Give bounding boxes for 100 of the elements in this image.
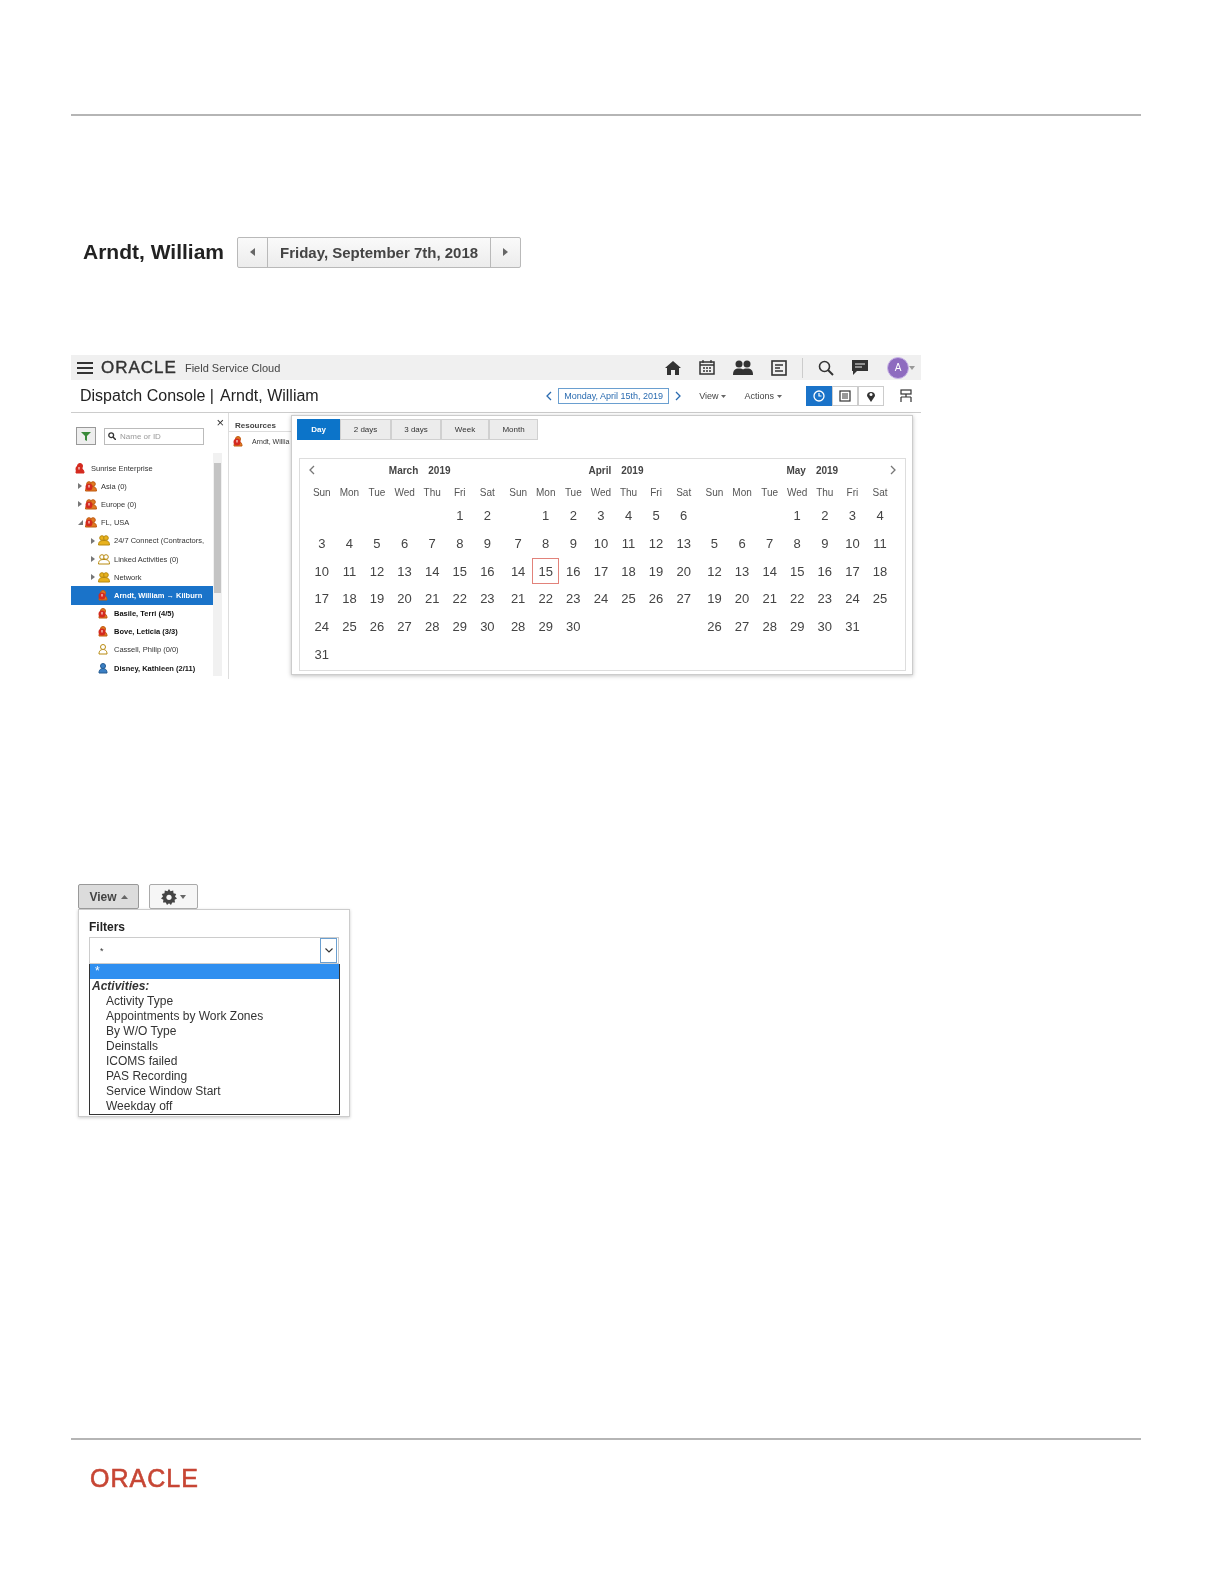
caret-icon[interactable] — [909, 365, 915, 370]
calendar-day[interactable]: 19 — [369, 591, 385, 607]
filter-option[interactable]: Activity Type — [90, 994, 339, 1009]
calendar-day[interactable]: 28 — [762, 619, 777, 635]
calendar-day[interactable]: 22 — [452, 591, 467, 607]
calendar-day[interactable]: 6 — [738, 536, 746, 552]
filter-option[interactable]: Appointments by Work Zones — [90, 1009, 339, 1024]
range-tab[interactable]: Month — [489, 419, 538, 440]
filter-button[interactable] — [76, 427, 96, 445]
calendar-day[interactable]: 30 — [480, 619, 495, 635]
calendar-day[interactable]: 20 — [676, 563, 691, 579]
calendar-day[interactable]: 16 — [480, 563, 495, 579]
calendar-day[interactable]: 9 — [569, 536, 577, 552]
calendar-day[interactable]: 2 — [483, 508, 491, 524]
calendar-day[interactable]: 27 — [397, 619, 412, 635]
calendar-day[interactable]: 17 — [314, 591, 330, 607]
calendar-day[interactable]: 13 — [397, 563, 412, 579]
calendar-day[interactable]: 26 — [707, 619, 722, 635]
calendar-day[interactable]: 16 — [817, 563, 833, 579]
calendar-day[interactable]: 28 — [510, 619, 526, 635]
calendar-day[interactable]: 18 — [872, 563, 888, 579]
view-menu[interactable]: View — [699, 391, 727, 401]
collapsed-triangle-icon[interactable] — [77, 501, 83, 508]
calendar-day[interactable]: 18 — [342, 591, 357, 607]
calendar-day[interactable]: 17 — [593, 563, 609, 579]
home-icon[interactable] — [665, 360, 681, 375]
scrollbar[interactable] — [213, 453, 222, 676]
calendar-day[interactable]: 8 — [456, 536, 464, 552]
calendar-day[interactable]: 26 — [648, 591, 664, 607]
filter-select[interactable]: * — [89, 937, 339, 964]
collapsed-triangle-icon[interactable] — [77, 483, 83, 490]
calendar-day[interactable]: 12 — [648, 536, 664, 552]
calendar-day[interactable]: 7 — [766, 536, 774, 552]
calendar-day[interactable]: 24 — [593, 591, 609, 607]
calendar-day[interactable]: 22 — [790, 591, 805, 607]
calendar-day[interactable]: 10 — [593, 536, 609, 552]
calendar-day[interactable]: 14 — [424, 563, 440, 579]
calendar-day[interactable]: 15 — [790, 563, 805, 579]
calendar-day[interactable]: 7 — [428, 536, 436, 552]
filter-option[interactable]: ICOMS failed — [90, 1054, 339, 1069]
filter-option[interactable]: Deinstalls — [90, 1039, 339, 1054]
calendar-day[interactable]: 11 — [342, 563, 357, 579]
calendar-day[interactable]: 2 — [821, 508, 829, 524]
search-field[interactable]: Name or ID — [104, 427, 204, 445]
calendar-day[interactable]: 11 — [873, 536, 887, 552]
calendar-day[interactable]: 23 — [817, 591, 833, 607]
filter-option[interactable]: By W/O Type — [90, 1024, 339, 1039]
range-tab[interactable]: Week — [441, 419, 489, 440]
right-chevron-icon[interactable] — [890, 465, 896, 475]
calendar-day[interactable]: 30 — [817, 619, 833, 635]
calendar-day[interactable]: 31 — [845, 619, 860, 635]
close-button[interactable]: × — [216, 415, 224, 430]
calendar-day[interactable]: 13 — [734, 563, 750, 579]
view-button[interactable]: View — [78, 884, 139, 909]
calendar-day[interactable]: 23 — [480, 591, 495, 607]
calendar-day[interactable]: 3 — [318, 536, 326, 552]
calendar-day[interactable]: 31 — [314, 646, 330, 662]
calendar-day[interactable]: 26 — [369, 619, 385, 635]
filter-option[interactable]: Service Window Start — [90, 1084, 339, 1099]
calendar-day[interactable]: 29 — [790, 619, 805, 635]
calendar-day[interactable]: 13 — [676, 536, 691, 552]
collapsed-triangle-icon[interactable] — [90, 537, 96, 544]
calendar-day[interactable]: 5 — [652, 508, 660, 524]
form-icon[interactable] — [771, 359, 787, 376]
calendar-day[interactable]: 25 — [342, 619, 357, 635]
calendar-day[interactable]: 4 — [624, 508, 633, 524]
calendar-day[interactable]: 29 — [452, 619, 467, 635]
calendar-day[interactable]: 25 — [872, 591, 888, 607]
search-icon[interactable] — [818, 359, 834, 376]
calendar-day[interactable]: 21 — [762, 591, 777, 607]
calendar-day[interactable]: 1 — [542, 508, 550, 524]
user-avatar[interactable]: A — [887, 356, 909, 379]
calendar-day[interactable]: 20 — [397, 591, 412, 607]
layout-icon[interactable] — [900, 389, 912, 403]
calendar-day[interactable]: 16 — [566, 563, 581, 579]
calendar-day[interactable]: 12 — [369, 563, 385, 579]
calendar-day[interactable]: 14 — [762, 563, 777, 579]
calendar-day[interactable]: 27 — [676, 591, 691, 607]
calendar-day[interactable]: 3 — [848, 508, 857, 524]
calendar-day[interactable]: 28 — [424, 619, 440, 635]
calendar-day[interactable]: 9 — [483, 536, 491, 552]
calendar-day[interactable]: 18 — [621, 563, 636, 579]
calendar-day[interactable]: 25 — [621, 591, 636, 607]
calendar-day[interactable]: 12 — [707, 563, 722, 579]
calendar-day[interactable]: 24 — [845, 591, 860, 607]
filter-option[interactable]: Weekday off — [90, 1099, 339, 1114]
calendar-day[interactable]: 2 — [569, 508, 577, 524]
menu-icon[interactable] — [77, 361, 93, 374]
calendar-day[interactable]: 8 — [793, 536, 801, 552]
calendar-day[interactable]: 27 — [734, 619, 750, 635]
expanded-triangle-icon[interactable] — [77, 519, 83, 526]
left-chevron-icon[interactable] — [546, 391, 553, 401]
calendar-day[interactable]: 23 — [566, 591, 581, 607]
collapsed-triangle-icon[interactable] — [90, 556, 96, 563]
calendar-day[interactable]: 5 — [373, 536, 381, 552]
range-tab[interactable]: 3 days — [391, 419, 441, 440]
date-field[interactable]: Monday, April 15th, 2019 — [558, 388, 670, 404]
calendar-day[interactable]: 21 — [510, 591, 526, 607]
calendar-day[interactable]: 1 — [456, 508, 464, 524]
calendar-day[interactable]: 5 — [710, 536, 719, 552]
